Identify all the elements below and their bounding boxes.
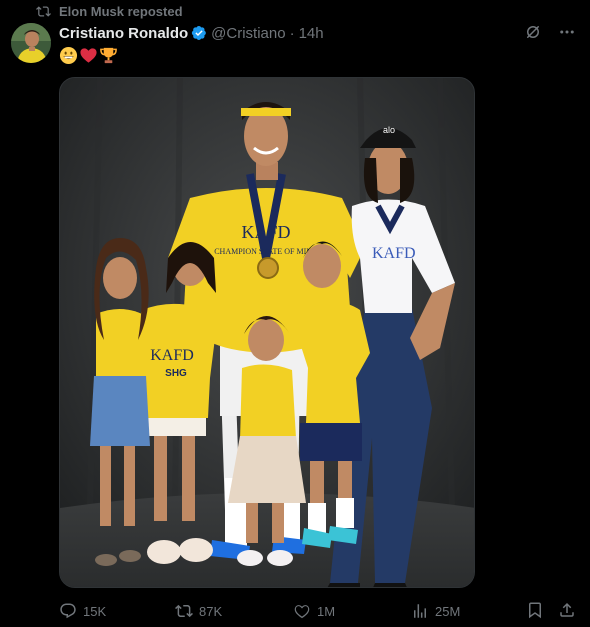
tweet-header: Cristiano Ronaldo @Cristiano · 14h: [59, 24, 324, 42]
repost-action-icon: [175, 604, 193, 618]
repost-icon: [36, 5, 51, 17]
author-display-name[interactable]: Cristiano Ronaldo: [59, 25, 188, 42]
separator-dot: ·: [289, 24, 295, 42]
grok-icon[interactable]: [524, 23, 542, 41]
post-timestamp[interactable]: 14h: [299, 25, 324, 42]
views-count: 25M: [435, 603, 461, 619]
repost-indicator[interactable]: Elon Musk reposted: [36, 3, 183, 19]
trophy-emoji: [99, 46, 118, 65]
action-bar: 15K 87K 1M 25M: [59, 601, 576, 621]
heart-icon: [294, 605, 310, 619]
secondary-actions: [526, 601, 576, 622]
sponsor-text: SHG: [165, 368, 187, 379]
tweet-text: [59, 45, 118, 65]
more-options-icon[interactable]: [558, 23, 576, 41]
share-icon[interactable]: [558, 601, 576, 622]
jersey-text-3: KAFD: [150, 347, 194, 364]
repost-label: Elon Musk reposted: [59, 3, 183, 19]
reply-button[interactable]: 15K: [59, 602, 106, 620]
cap-text: alo: [383, 125, 395, 135]
reply-icon: [60, 603, 76, 619]
like-button[interactable]: 1M: [293, 602, 335, 620]
repost-count: 87K: [199, 603, 223, 619]
tweet-photo[interactable]: KAFD CHAMPION STATE OF MIND KAFD alo KAF…: [59, 77, 475, 588]
family-photo-illustration: KAFD CHAMPION STATE OF MIND KAFD alo KAF…: [60, 78, 474, 587]
jersey-text-2: KAFD: [372, 245, 416, 262]
header-actions: [524, 23, 576, 41]
jersey-text: KAFD: [241, 222, 290, 242]
verified-badge-icon: [191, 25, 207, 41]
bookmark-icon[interactable]: [526, 601, 544, 622]
shirt-slogan: CHAMPION STATE OF MIND: [214, 247, 318, 256]
avatar[interactable]: [11, 23, 51, 63]
author-handle[interactable]: @Cristiano: [211, 25, 285, 42]
like-count: 1M: [317, 603, 336, 619]
grinning-face-emoji: [59, 46, 78, 65]
views-button[interactable]: 25M: [411, 602, 460, 620]
red-heart-emoji: [79, 46, 98, 65]
reply-count: 15K: [83, 603, 107, 619]
views-chart-icon: [414, 604, 426, 618]
repost-button[interactable]: 87K: [175, 602, 222, 620]
